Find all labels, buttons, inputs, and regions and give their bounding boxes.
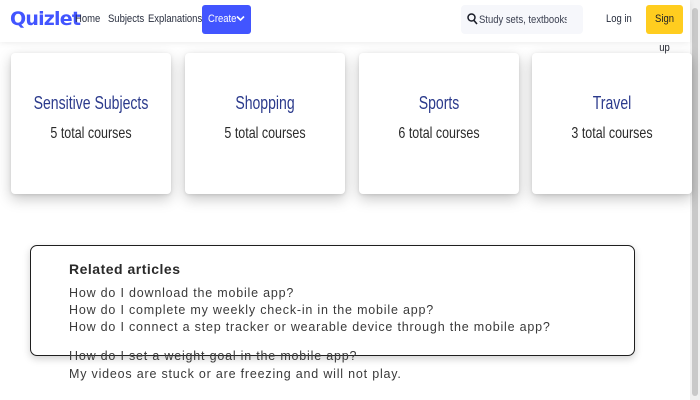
related-article-link[interactable]: How do I complete my weekly check-in in … (69, 304, 614, 317)
scrollbar-thumb[interactable] (692, 8, 698, 396)
chevron-down-icon (236, 15, 245, 22)
related-article-link[interactable]: How do I download the mobile app? (69, 287, 614, 300)
category-card-shopping[interactable]: Shopping 5 total courses (185, 53, 345, 194)
top-navigation-bar: Quizlet Home Subjects Explanations Creat… (0, 0, 690, 54)
category-card-title: Travel (592, 93, 632, 113)
category-card-course-count: 5 total courses (224, 125, 306, 142)
category-card-course-count: 5 total courses (50, 125, 132, 142)
category-card-sports[interactable]: Sports 6 total courses (359, 53, 519, 194)
category-card-course-count: 3 total courses (571, 125, 653, 142)
related-articles-heading: Related articles (69, 261, 181, 277)
category-card-title: Sensitive Subjects (33, 93, 149, 113)
category-card-title: Sports (418, 93, 460, 113)
search-input[interactable] (479, 10, 567, 29)
signup-button-label: Sign up (655, 13, 674, 54)
category-card-sensitive-subjects[interactable]: Sensitive Subjects 5 total courses (11, 53, 171, 194)
related-article-link[interactable]: How do I connect a step tracker or weara… (69, 321, 614, 334)
create-button[interactable]: Create (202, 5, 251, 34)
related-article-link[interactable]: How do I set a weight goal in the mobile… (69, 350, 614, 363)
signup-button[interactable]: Sign up (646, 5, 683, 54)
create-button-label: Create (208, 13, 237, 25)
category-card-travel[interactable]: Travel 3 total courses (532, 53, 692, 194)
search-icon (467, 13, 478, 25)
nav-home-link[interactable]: Home (75, 13, 100, 25)
search-box[interactable] (461, 5, 583, 34)
category-card-course-count: 6 total courses (398, 125, 480, 142)
login-link[interactable]: Log in (606, 13, 632, 25)
nav-subjects-link[interactable]: Subjects (108, 13, 144, 25)
related-article-link[interactable]: My videos are stuck or are freezing and … (69, 368, 614, 381)
nav-explanations-link[interactable]: Explanations (148, 13, 202, 25)
category-card-title: Shopping (235, 93, 295, 113)
quizlet-logo[interactable]: Quizlet (10, 8, 81, 30)
